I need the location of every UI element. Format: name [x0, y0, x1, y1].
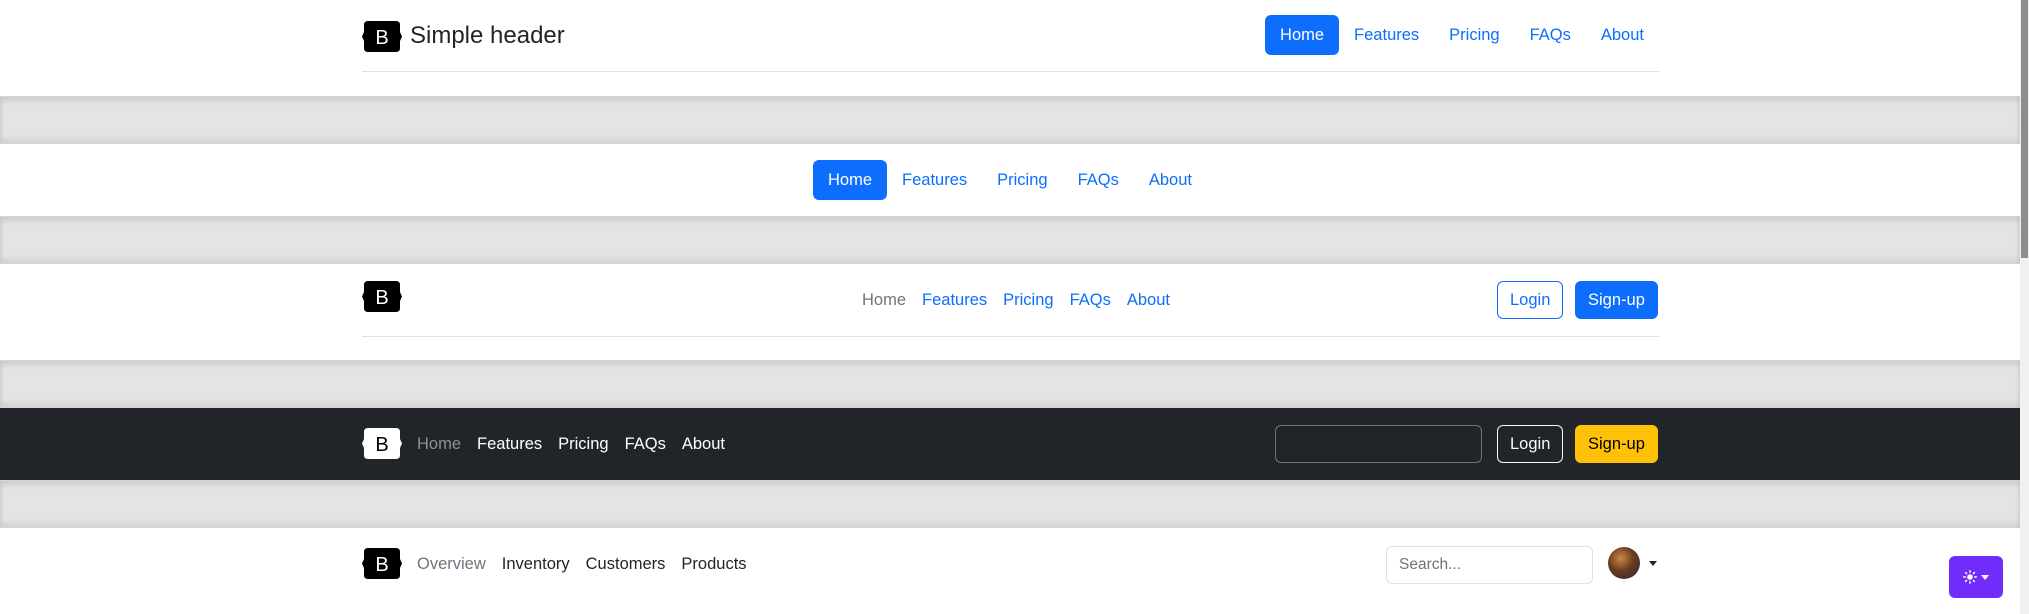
- chevron-down-icon[interactable]: [1649, 561, 1657, 566]
- nav-about[interactable]: About: [1119, 280, 1178, 320]
- nav-overview[interactable]: Overview: [409, 544, 494, 584]
- login-button[interactable]: Login: [1497, 281, 1564, 319]
- nav-customers[interactable]: Customers: [578, 544, 674, 584]
- dashboard-header-container: B Overview Inventory Customers Products: [362, 528, 1659, 600]
- nav-features[interactable]: Features: [914, 280, 995, 320]
- nav-features[interactable]: Features: [469, 424, 550, 464]
- nav-faqs[interactable]: FAQs: [617, 424, 674, 464]
- nav-home[interactable]: Home: [409, 424, 469, 464]
- signup-button[interactable]: Sign-up: [1575, 281, 1658, 319]
- avatar[interactable]: [1608, 547, 1640, 579]
- sun-icon: [1963, 570, 1977, 584]
- nav-products[interactable]: Products: [673, 544, 754, 584]
- nav-home[interactable]: Home: [854, 280, 914, 320]
- section-divider: [0, 96, 2020, 144]
- nav-faqs[interactable]: FAQs: [1062, 280, 1119, 320]
- nav-pricing[interactable]: Pricing: [982, 160, 1062, 200]
- section-divider: [0, 360, 2020, 408]
- logo-letter: B: [375, 287, 388, 309]
- logo-letter: B: [375, 27, 388, 49]
- nav-pricing[interactable]: Pricing: [995, 280, 1061, 320]
- simple-header: B Simple header Home Features Pricing FA…: [0, 0, 2020, 96]
- dark-header-container: B Home Features Pricing FAQs About Login…: [362, 408, 1659, 480]
- nav-features[interactable]: Features: [887, 160, 982, 200]
- buttons-header: B Home Features Pricing FAQs About Login…: [0, 264, 2020, 360]
- simple-header-nav: Home Features Pricing FAQs About: [1265, 15, 1659, 55]
- section-divider: [0, 216, 2020, 264]
- dark-header: B Home Features Pricing FAQs About Login…: [0, 408, 2020, 480]
- nav-about[interactable]: About: [674, 424, 733, 464]
- search-input[interactable]: [1275, 425, 1482, 463]
- login-button[interactable]: Login: [1497, 425, 1564, 463]
- bootstrap-logo-icon[interactable]: B: [362, 547, 402, 580]
- buttons-header-container: B Home Features Pricing FAQs About Login…: [362, 264, 1659, 360]
- header-divider-line: [362, 71, 1659, 72]
- bootstrap-logo-icon[interactable]: B: [362, 427, 402, 460]
- nav-inventory[interactable]: Inventory: [494, 544, 578, 584]
- search-input[interactable]: [1386, 546, 1593, 584]
- bootstrap-logo-icon[interactable]: B: [362, 280, 402, 313]
- brand-title[interactable]: Simple header: [410, 22, 565, 50]
- page: B Simple header Home Features Pricing FA…: [0, 0, 2020, 600]
- logo-letter: B: [375, 554, 388, 576]
- section-divider: [0, 480, 2020, 528]
- dashboard-header-nav: Overview Inventory Customers Products: [409, 544, 755, 584]
- nav-home[interactable]: Home: [1265, 15, 1340, 55]
- nav-about[interactable]: About: [1134, 160, 1207, 200]
- dark-header-nav: Home Features Pricing FAQs About: [409, 424, 733, 464]
- nav-faqs[interactable]: FAQs: [1515, 15, 1586, 55]
- buttons-header-nav: Home Features Pricing FAQs About: [854, 280, 1178, 320]
- theme-toggle-button[interactable]: [1949, 556, 2003, 598]
- logo-letter: B: [375, 434, 388, 456]
- nav-pricing[interactable]: Pricing: [1434, 15, 1514, 55]
- nav-home[interactable]: Home: [813, 160, 888, 200]
- nav-faqs[interactable]: FAQs: [1063, 160, 1134, 200]
- simple-header-container: B Simple header Home Features Pricing FA…: [362, 0, 1659, 96]
- nav-pricing[interactable]: Pricing: [550, 424, 616, 464]
- scrollbar-thumb[interactable]: [2021, 0, 2028, 258]
- dashboard-header: B Overview Inventory Customers Products: [0, 528, 2020, 600]
- signup-button[interactable]: Sign-up: [1575, 425, 1658, 463]
- nav-features[interactable]: Features: [1339, 15, 1434, 55]
- bootstrap-logo-icon[interactable]: B: [362, 20, 402, 53]
- centered-header-nav: Home Features Pricing FAQs About: [813, 160, 1207, 200]
- header-divider-line: [362, 336, 1659, 337]
- nav-about[interactable]: About: [1586, 15, 1659, 55]
- chevron-down-icon: [1981, 574, 1989, 580]
- centered-header: Home Features Pricing FAQs About: [0, 144, 2020, 216]
- scrollbar[interactable]: [2020, 0, 2029, 614]
